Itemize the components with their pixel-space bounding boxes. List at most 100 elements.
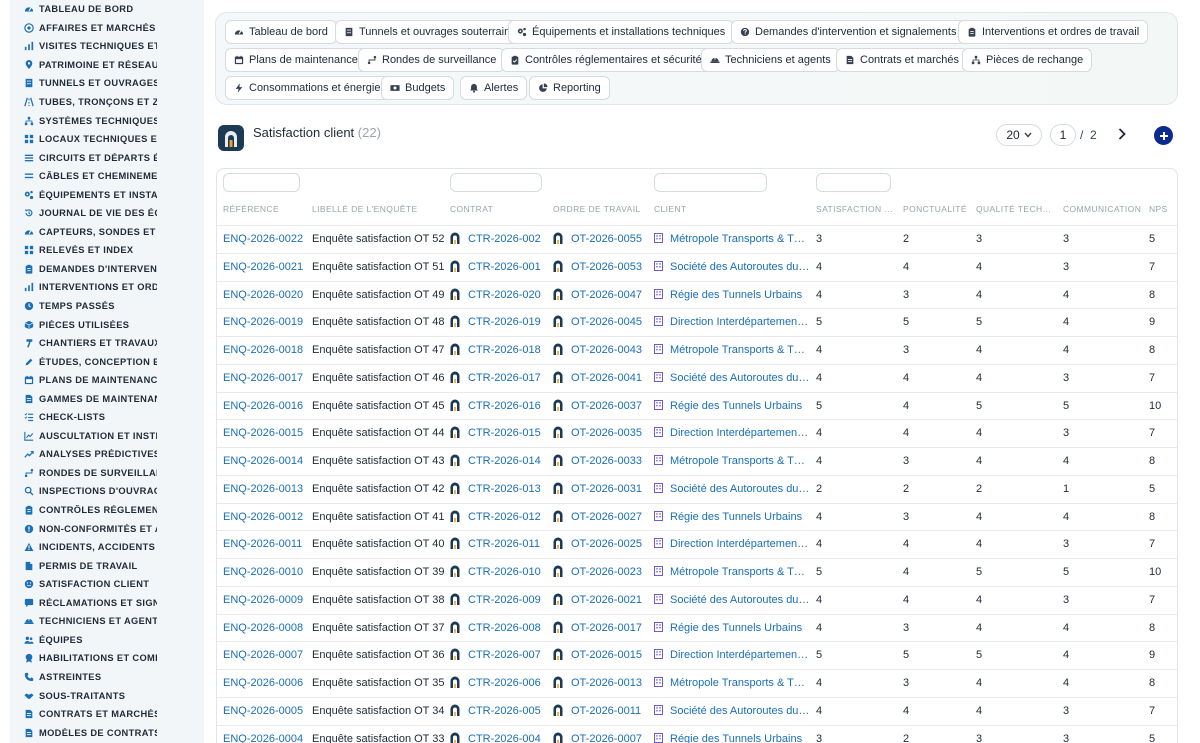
table-row[interactable]: ENQ-2026-0007 Enquête satisfaction OT 36 C…	[217, 641, 1177, 669]
table-row[interactable]: ENQ-2026-0005 Enquête satisfaction OT 34 C…	[217, 696, 1177, 725]
cell-client[interactable]: Société des Autoroutes du…	[654, 476, 814, 503]
sidebar-item[interactable]: LOCAUX TECHNIQUES ET	[10, 130, 204, 149]
cell-reference[interactable]: ENQ-2026-0022	[223, 226, 309, 253]
cell-client[interactable]: Direction Interdépartemen…	[654, 642, 814, 669]
cell-contract[interactable]: CTR-2026-020	[450, 282, 550, 309]
sidebar-item[interactable]: CIRCUITS ET DÉPARTS ÉL	[10, 148, 204, 167]
cell-client[interactable]: Société des Autoroutes du…	[654, 365, 814, 392]
sidebar-item[interactable]: ÉQUIPEMENTS ET INSTAL	[10, 185, 204, 204]
sidebar-item[interactable]: INSPECTIONS D'OUVRAG	[10, 482, 204, 501]
cell-contract[interactable]: CTR-2026-001	[450, 254, 550, 281]
cell-client[interactable]: Régie des Tunnels Urbains	[654, 615, 814, 642]
quick-nav-chip[interactable]: Plans de maintenance	[225, 48, 367, 72]
cell-contract[interactable]: CTR-2026-017	[450, 365, 550, 392]
cell-client[interactable]: Direction Interdépartemen…	[654, 309, 814, 336]
table-row[interactable]: ENQ-2026-0022 Enquête satisfaction OT 52 C…	[217, 225, 1177, 253]
cell-contract[interactable]: CTR-2026-002	[450, 226, 550, 253]
quick-nav-chip[interactable]: Techniciens et agents	[701, 48, 840, 72]
quick-nav-chip[interactable]: Budgets	[381, 76, 455, 100]
cell-reference[interactable]: ENQ-2026-0009	[223, 587, 309, 614]
cell-client[interactable]: Régie des Tunnels Urbains	[654, 726, 814, 743]
quick-nav-chip[interactable]: Demandes d'intervention et signalements	[731, 20, 966, 44]
cell-client[interactable]: Société des Autoroutes du…	[654, 698, 814, 725]
cell-reference[interactable]: ENQ-2026-0006	[223, 670, 309, 697]
cell-work-order[interactable]: OT-2026-0023	[553, 559, 651, 586]
table-row[interactable]: ENQ-2026-0014 Enquête satisfaction OT 43 C…	[217, 447, 1177, 475]
cell-reference[interactable]: ENQ-2026-0007	[223, 642, 309, 669]
cell-reference[interactable]: ENQ-2026-0010	[223, 559, 309, 586]
sidebar-item[interactable]: TECHNICIENS ET AGENTS	[10, 612, 204, 631]
cell-reference[interactable]: ENQ-2026-0011	[223, 531, 309, 558]
table-row[interactable]: ENQ-2026-0012 Enquête satisfaction OT 41 C…	[217, 502, 1177, 531]
cell-contract[interactable]: CTR-2026-008	[450, 615, 550, 642]
cell-contract[interactable]: CTR-2026-005	[450, 698, 550, 725]
cell-contract[interactable]: CTR-2026-015	[450, 420, 550, 447]
cell-work-order[interactable]: OT-2026-0027	[553, 504, 651, 531]
table-row[interactable]: ENQ-2026-0010 Enquête satisfaction OT 39 C…	[217, 558, 1177, 586]
sidebar-item[interactable]: CONTRÔLES RÉGLEMENT	[10, 501, 204, 520]
table-row[interactable]: ENQ-2026-0017 Enquête satisfaction OT 46 C…	[217, 363, 1177, 392]
cell-work-order[interactable]: OT-2026-0031	[553, 476, 651, 503]
sidebar-item[interactable]: TEMPS PASSÉS	[10, 297, 204, 316]
sidebar-item[interactable]: SYSTÈMES TECHNIQUES	[10, 111, 204, 130]
cell-client[interactable]: Régie des Tunnels Urbains	[654, 393, 814, 420]
sidebar-item[interactable]: PLANS DE MAINTENANCE	[10, 371, 204, 390]
add-record-button[interactable]	[1154, 126, 1173, 145]
cell-work-order[interactable]: OT-2026-0035	[553, 420, 651, 447]
current-page-input[interactable]: 1	[1050, 124, 1076, 146]
sidebar-item[interactable]: DEMANDES D'INTERVENT	[10, 260, 204, 279]
table-row[interactable]: ENQ-2026-0018 Enquête satisfaction OT 47 C…	[217, 336, 1177, 364]
column-header-nps[interactable]: NPS	[1149, 204, 1177, 214]
sidebar-item[interactable]: ANALYSES PRÉDICTIVES	[10, 445, 204, 464]
cell-client[interactable]: Régie des Tunnels Urbains	[654, 282, 814, 309]
cell-reference[interactable]: ENQ-2026-0013	[223, 476, 309, 503]
cell-reference[interactable]: ENQ-2026-0017	[223, 365, 309, 392]
cell-contract[interactable]: CTR-2026-019	[450, 309, 550, 336]
quick-nav-chip[interactable]: Pièces de rechange	[962, 48, 1093, 72]
cell-contract[interactable]: CTR-2026-014	[450, 448, 550, 475]
quick-nav-chip[interactable]: Tunnels et ouvrages souterrains	[335, 20, 525, 44]
page-size-select[interactable]: 20	[996, 124, 1042, 146]
cell-reference[interactable]: ENQ-2026-0012	[223, 504, 309, 531]
cell-work-order[interactable]: OT-2026-0055	[553, 226, 651, 253]
cell-work-order[interactable]: OT-2026-0053	[553, 254, 651, 281]
cell-reference[interactable]: ENQ-2026-0014	[223, 448, 309, 475]
column-header-survey-label[interactable]: LIBELLÉ DE L'ENQUÊTE	[312, 204, 446, 214]
cell-contract[interactable]: CTR-2026-010	[450, 559, 550, 586]
column-header-reference[interactable]: RÉFÉRENCE	[223, 204, 309, 214]
table-row[interactable]: ENQ-2026-0011 Enquête satisfaction OT 40 C…	[217, 530, 1177, 558]
sidebar-item[interactable]: TABLEAU DE BORD	[10, 0, 204, 19]
sidebar-item[interactable]: ÉTUDES, CONCEPTION ET	[10, 352, 204, 371]
cell-contract[interactable]: CTR-2026-011	[450, 531, 550, 558]
cell-client[interactable]: Direction Interdépartemen…	[654, 420, 814, 447]
next-page-button[interactable]	[1114, 125, 1130, 143]
cell-contract[interactable]: CTR-2026-016	[450, 393, 550, 420]
cell-contract[interactable]: CTR-2026-013	[450, 476, 550, 503]
sidebar-item[interactable]: MODÈLES DE CONTRATS	[10, 723, 204, 742]
cell-client[interactable]: Métropole Transports & T…	[654, 337, 814, 364]
quick-nav-chip[interactable]: Contrats et marchés	[836, 48, 969, 72]
table-row[interactable]: ENQ-2026-0008 Enquête satisfaction OT 37 C…	[217, 613, 1177, 642]
sidebar-item[interactable]: CAPTEURS, SONDES ET C	[10, 223, 204, 242]
cell-reference[interactable]: ENQ-2026-0015	[223, 420, 309, 447]
sidebar-item[interactable]: SATISFACTION CLIENT	[10, 575, 204, 594]
cell-work-order[interactable]: OT-2026-0013	[553, 670, 651, 697]
cell-contract[interactable]: CTR-2026-012	[450, 504, 550, 531]
cell-client[interactable]: Métropole Transports & T…	[654, 559, 814, 586]
cell-reference[interactable]: ENQ-2026-0019	[223, 309, 309, 336]
table-row[interactable]: ENQ-2026-0015 Enquête satisfaction OT 44 C…	[217, 419, 1177, 447]
sidebar-item[interactable]: PERMIS DE TRAVAIL	[10, 556, 204, 575]
sidebar-item[interactable]: TUBES, TRONÇONS ET ZO	[10, 93, 204, 112]
cell-work-order[interactable]: OT-2026-0037	[553, 393, 651, 420]
cell-work-order[interactable]: OT-2026-0045	[553, 309, 651, 336]
sidebar-item[interactable]: GAMMES DE MAINTENAN	[10, 389, 204, 408]
column-header-technical-quality[interactable]: QUALITÉ TECH…	[976, 204, 1058, 214]
cell-reference[interactable]: ENQ-2026-0008	[223, 615, 309, 642]
sidebar-item[interactable]: SOUS-TRAITANTS	[10, 686, 204, 705]
column-header-work-order[interactable]: ORDRE DE TRAVAIL	[553, 204, 651, 214]
cell-reference[interactable]: ENQ-2026-0020	[223, 282, 309, 309]
filter-satisfaction-input[interactable]	[816, 173, 891, 192]
cell-client[interactable]: Régie des Tunnels Urbains	[654, 504, 814, 531]
cell-work-order[interactable]: OT-2026-0025	[553, 531, 651, 558]
table-row[interactable]: ENQ-2026-0004 Enquête satisfaction OT 33 C…	[217, 724, 1177, 743]
